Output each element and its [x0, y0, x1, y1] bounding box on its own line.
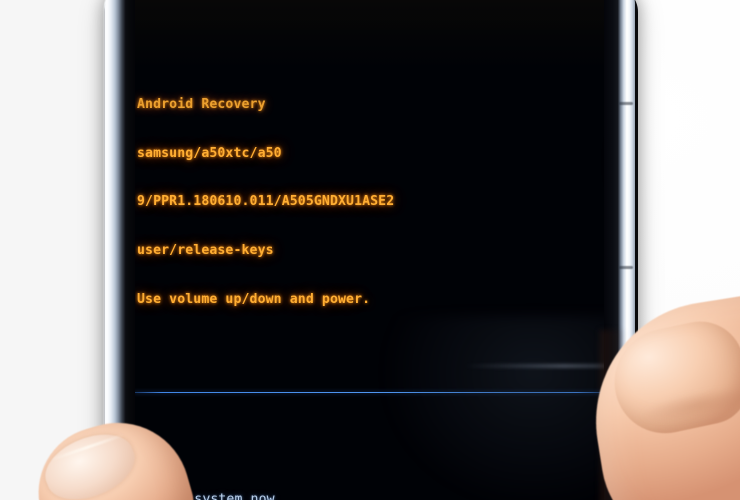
screenshot-stage: Android Recovery samsung/a50xtc/a50 9/PP… — [0, 0, 740, 500]
device-fingerprint-line-1: samsung/a50xtc/a50 — [137, 145, 282, 161]
divider-header-menu — [134, 391, 605, 393]
volume-down-button[interactable] — [619, 266, 633, 269]
navigation-hint: Use volume up/down and power. — [137, 291, 371, 307]
menu-item-reboot-system-now[interactable]: Reboot system now — [137, 492, 605, 500]
recovery-header: Android Recovery samsung/a50xtc/a50 9/PP… — [134, 51, 605, 340]
recovery-menu[interactable]: Reboot system now Reboot to bootloader A… — [134, 460, 605, 500]
device-fingerprint-line-2: 9/PPR1.180610.011/A505GNDXU1ASE2 — [137, 194, 395, 210]
device-fingerprint-line-3: user/release-keys — [137, 243, 274, 259]
phone-screen[interactable]: Android Recovery samsung/a50xtc/a50 9/PP… — [134, 0, 605, 500]
volume-up-button[interactable] — [619, 102, 633, 105]
android-recovery-ui: Android Recovery samsung/a50xtc/a50 9/PP… — [134, 0, 605, 500]
recovery-title: Android Recovery — [137, 97, 266, 113]
